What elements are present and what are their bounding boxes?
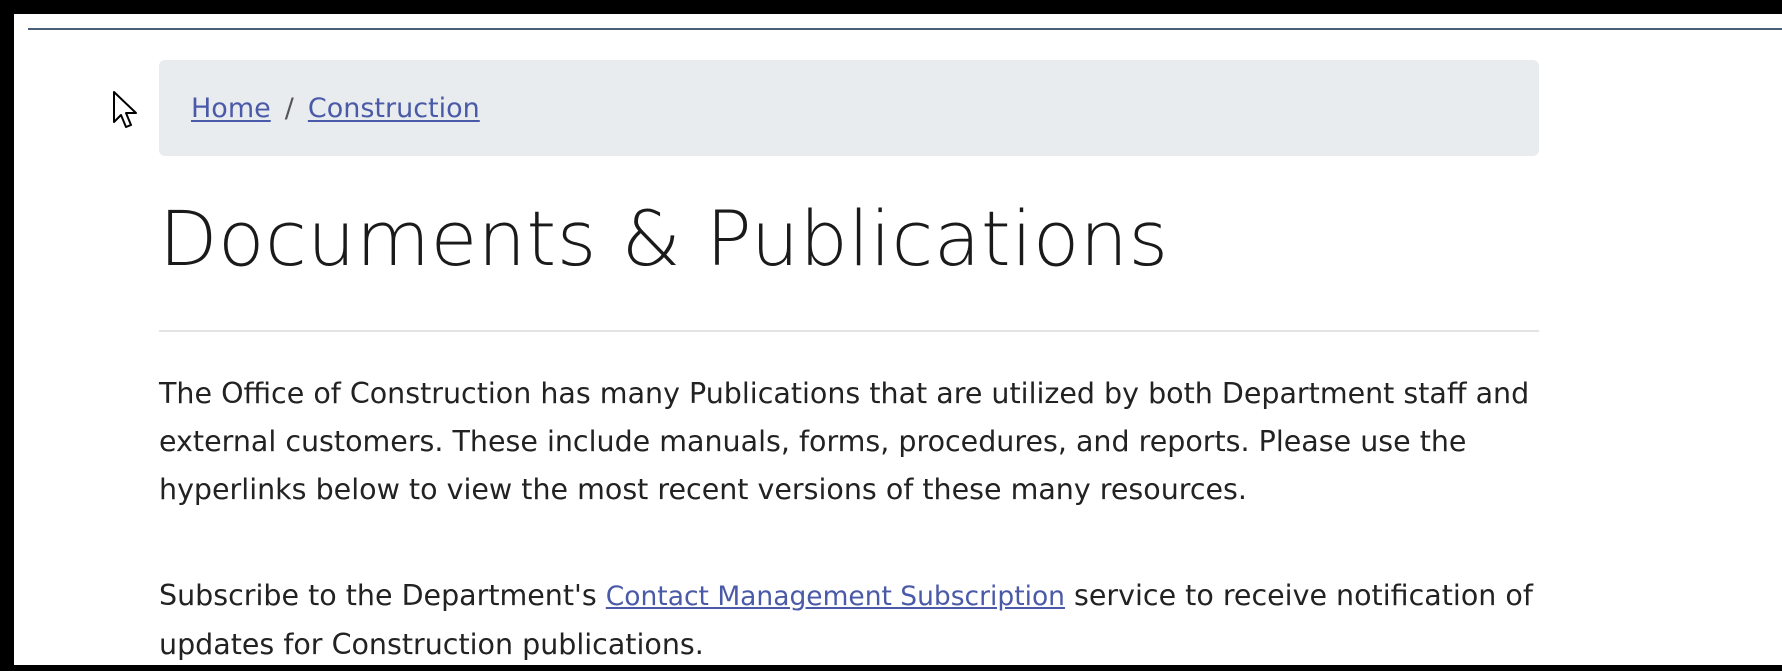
mouse-pointer-icon xyxy=(113,91,137,128)
subscribe-paragraph: Subscribe to the Department's Contact Ma… xyxy=(159,572,1539,669)
breadcrumb-home-link[interactable]: Home xyxy=(191,93,271,124)
subscribe-text-before: Subscribe to the Department's xyxy=(159,579,606,612)
breadcrumb: Home / Construction xyxy=(159,60,1539,156)
title-divider xyxy=(159,330,1539,332)
browser-frame: Home / Construction Documents & Publicat… xyxy=(0,0,1782,671)
contact-management-subscription-link[interactable]: Contact Management Subscription xyxy=(606,581,1065,612)
main-content: Home / Construction Documents & Publicat… xyxy=(159,60,1539,669)
page-title: Documents & Publications xyxy=(159,194,1169,283)
intro-paragraph: The Office of Construction has many Publ… xyxy=(159,377,1530,506)
breadcrumb-construction-link[interactable]: Construction xyxy=(308,93,480,124)
top-accent-bar xyxy=(28,28,1782,30)
breadcrumb-separator: / xyxy=(284,92,294,124)
